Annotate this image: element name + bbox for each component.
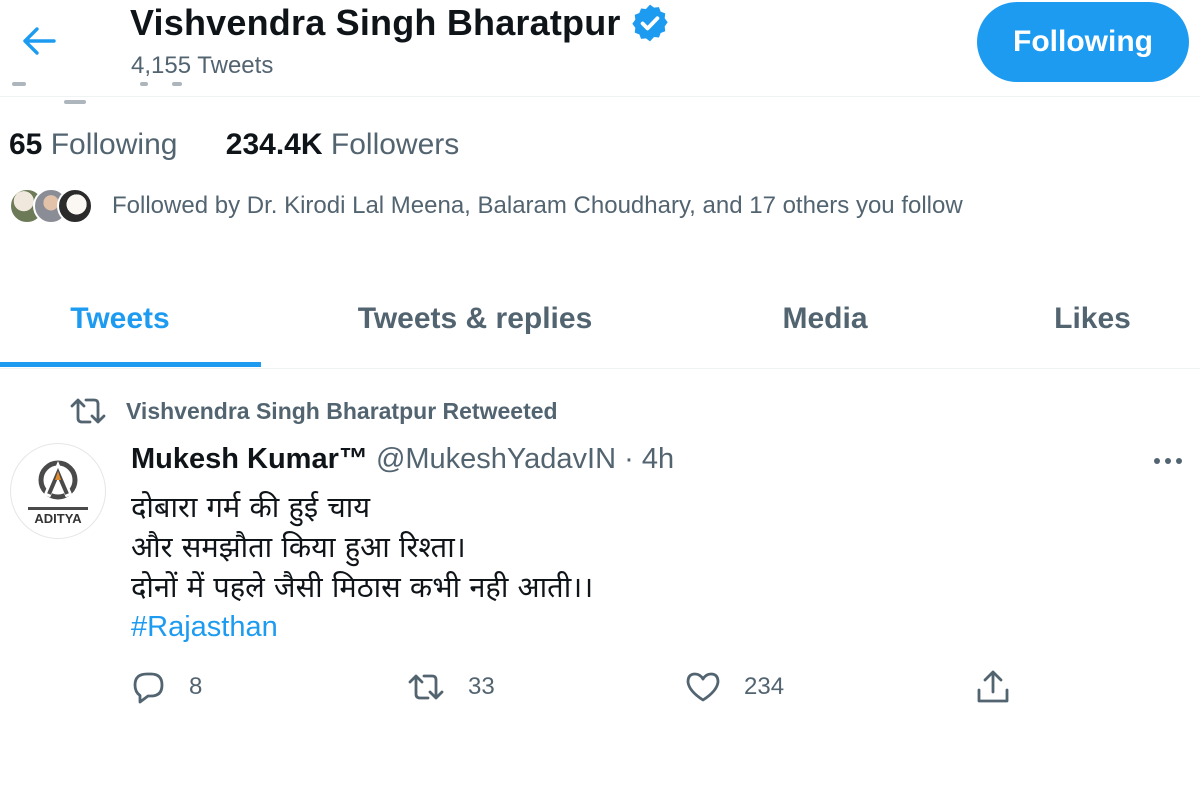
like-icon	[686, 672, 720, 702]
tab-tweets-replies[interactable]: Tweets & replies	[330, 270, 620, 368]
meta-separator: ·	[624, 443, 634, 475]
followed-by-row[interactable]: Followed by Dr. Kirodi Lal Meena, Balara…	[9, 185, 963, 227]
retweet-note[interactable]: Vishvendra Singh Bharatpur Retweeted	[126, 398, 558, 425]
mutual-avatar	[57, 188, 93, 224]
tab-tweets[interactable]: Tweets	[0, 270, 240, 368]
tweet-line: दोबारा गर्म की हुई चाय	[131, 490, 371, 524]
more-button[interactable]	[1148, 446, 1188, 476]
retweet-button[interactable]: 33	[406, 667, 495, 707]
back-button[interactable]	[14, 18, 64, 64]
like-count: 234	[744, 673, 785, 700]
tweet-count: 4,155 Tweets	[131, 52, 274, 79]
mutual-followers-avatars	[9, 186, 97, 226]
tweet-line: और समझौता किया हुआ रिश्ता।	[131, 530, 466, 564]
verified-badge-icon	[631, 4, 668, 42]
author-handle[interactable]: @MukeshYadavIN	[376, 443, 616, 475]
retweet-context: Vishvendra Singh Bharatpur Retweeted	[68, 393, 558, 429]
retweet-count: 33	[468, 673, 495, 700]
tweet-text: दोबारा गर्म की हुई चाय और समझौता किया हु…	[131, 487, 593, 647]
retweet-icon	[408, 674, 444, 700]
profile-header: Vishvendra Singh Bharatpur 4,155 Tweets …	[0, 0, 1200, 104]
tweet-header: Mukesh Kumar™ @MukeshYadavIN · 4h	[131, 443, 674, 476]
following-stat[interactable]: 65 Following	[9, 128, 177, 162]
clipped-bio-remnant	[12, 82, 222, 104]
following-button[interactable]: Following	[977, 2, 1189, 82]
like-button[interactable]: 234	[684, 667, 784, 707]
tweet-author-avatar[interactable]: ADITYA	[10, 443, 106, 539]
share-icon	[977, 670, 1009, 703]
reply-button[interactable]: 8	[131, 667, 202, 707]
back-arrow-icon	[23, 27, 56, 55]
follow-stats: 65 Following 234.4K Followers	[9, 128, 499, 162]
share-button[interactable]	[974, 667, 1034, 707]
profile-name-title: Vishvendra Singh Bharatpur	[130, 2, 671, 44]
tweet-actions: 8 33 234	[131, 667, 1031, 707]
followed-by-text: Followed by Dr. Kirodi Lal Meena, Balara…	[112, 192, 963, 219]
profile-name: Vishvendra Singh Bharatpur	[130, 2, 621, 43]
tweet-time[interactable]: 4h	[642, 443, 674, 475]
reply-icon	[133, 672, 164, 704]
profile-tabs: Tweets Tweets & replies Media Likes	[0, 270, 1200, 369]
active-tab-indicator	[0, 362, 261, 367]
more-icon	[1154, 458, 1160, 464]
aditya-logo: ADITYA	[28, 460, 88, 526]
tab-likes[interactable]: Likes	[1010, 270, 1175, 368]
followers-stat[interactable]: 234.4K Followers	[226, 128, 459, 162]
author-name[interactable]: Mukesh Kumar™	[131, 443, 368, 475]
svg-text:ADITYA: ADITYA	[34, 511, 82, 526]
hashtag-link[interactable]: #Rajasthan	[131, 607, 593, 647]
tab-media[interactable]: Media	[730, 270, 920, 368]
retweet-icon	[70, 398, 106, 424]
reply-count: 8	[189, 673, 203, 700]
tweet-line: दोनों में पहले जैसी मिठास कभी नही आती।।	[131, 570, 594, 604]
